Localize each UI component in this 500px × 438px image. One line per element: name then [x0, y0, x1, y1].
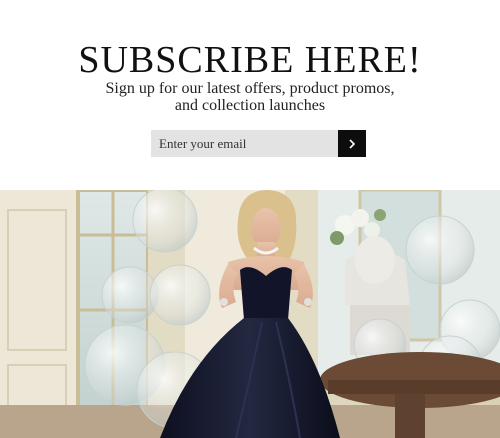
- newsletter-signup-section: SUBSCRIBE HERE! Sign up for our latest o…: [0, 0, 500, 190]
- newsletter-page: SUBSCRIBE HERE! Sign up for our latest o…: [0, 0, 500, 438]
- email-input[interactable]: [151, 130, 338, 157]
- chevron-right-icon: [349, 138, 356, 149]
- signup-title: SUBSCRIBE HERE!: [78, 39, 422, 81]
- model-in-black-gown-photo: [0, 190, 500, 438]
- email-signup-form: [151, 130, 366, 157]
- submit-button[interactable]: [338, 130, 366, 157]
- hero-image: [0, 190, 500, 438]
- signup-subtitle-line-2: and collection launches: [174, 97, 326, 114]
- signup-subtitle-line-1: Sign up for our latest offers, product p…: [105, 80, 395, 97]
- signup-subtitle: Sign up for our latest offers, product p…: [0, 80, 500, 114]
